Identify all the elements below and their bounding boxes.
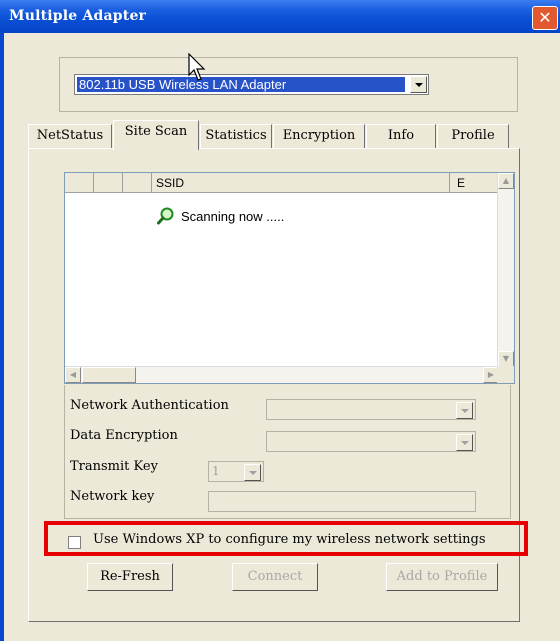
horizontal-scroll-thumb[interactable] — [82, 367, 136, 383]
xp-config-highlight: Use Windows XP to configure my wireless … — [44, 521, 528, 556]
scan-status-row: Scanning now ..... — [157, 207, 284, 225]
refresh-button[interactable]: Re-Fresh — [87, 563, 173, 591]
chevron-down-icon[interactable] — [456, 402, 473, 419]
xp-config-checkbox[interactable] — [68, 536, 81, 549]
adapter-select[interactable]: 802.11b USB Wireless LAN Adapter — [74, 74, 429, 95]
scroll-up-icon[interactable]: ▲ — [498, 173, 514, 189]
network-key-field[interactable] — [208, 491, 476, 512]
mouse-cursor-icon — [188, 53, 206, 81]
data-encryption-label: Data Encryption — [70, 428, 178, 443]
adapter-select-value: 802.11b USB Wireless LAN Adapter — [77, 77, 405, 92]
chevron-down-icon[interactable] — [410, 76, 427, 93]
close-button[interactable]: ✕ — [532, 6, 558, 30]
tab-encryption[interactable]: Encryption — [273, 124, 365, 148]
vertical-scrollbar[interactable]: ▲ ▼ — [497, 173, 514, 367]
scroll-corner — [497, 366, 514, 383]
horizontal-scrollbar[interactable]: ◀ ▶ — [65, 366, 499, 383]
site-scan-list[interactable]: SSID E Scanning now ..... ▲ ▼ ◀ ▶ — [64, 172, 515, 384]
tab-netstatus[interactable]: NetStatus — [28, 124, 112, 148]
chevron-down-icon[interactable] — [456, 434, 473, 451]
column-header[interactable] — [94, 173, 123, 193]
transmit-key-label: Transmit Key — [70, 459, 158, 474]
add-to-profile-button[interactable]: Add to Profile — [386, 563, 498, 591]
search-icon — [157, 207, 174, 225]
tab-statistics[interactable]: Statistics — [200, 124, 272, 148]
transmit-key-select[interactable]: 1 — [208, 461, 264, 482]
connect-button[interactable]: Connect — [232, 563, 318, 591]
close-icon: ✕ — [538, 8, 552, 27]
scroll-left-icon[interactable]: ◀ — [65, 367, 81, 383]
tab-site-scan[interactable]: Site Scan — [113, 120, 199, 150]
chevron-down-icon[interactable] — [244, 464, 261, 481]
scroll-down-icon[interactable]: ▼ — [498, 351, 514, 367]
window-frame — [0, 33, 4, 641]
network-authentication-select[interactable] — [266, 399, 476, 420]
column-header-ssid[interactable]: SSID — [152, 173, 450, 193]
column-header[interactable] — [123, 173, 152, 193]
tab-info[interactable]: Info — [366, 124, 436, 148]
xp-config-label[interactable]: Use Windows XP to configure my wireless … — [93, 532, 486, 547]
data-encryption-select[interactable] — [266, 431, 476, 452]
network-authentication-label: Network Authentication — [70, 398, 229, 413]
network-key-label: Network key — [70, 489, 155, 504]
scan-status-text: Scanning now ..... — [181, 209, 285, 224]
tab-profile[interactable]: Profile — [437, 124, 509, 148]
column-header[interactable]: E — [450, 173, 499, 193]
window-title: Multiple Adapter — [9, 8, 147, 24]
transmit-key-value: 1 — [212, 464, 220, 478]
column-header[interactable] — [65, 173, 94, 193]
